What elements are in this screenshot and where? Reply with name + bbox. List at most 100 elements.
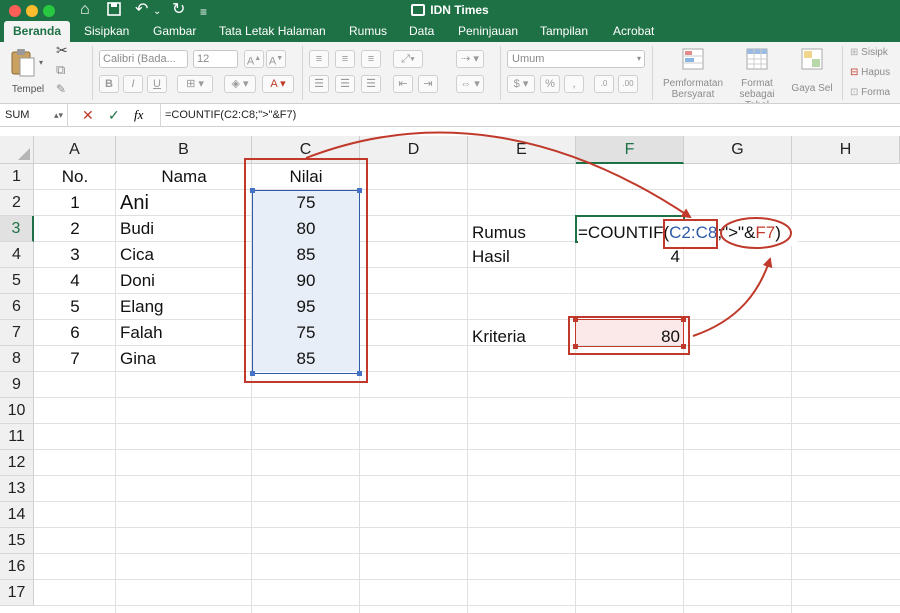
percent-icon[interactable]: % [540,75,560,93]
row-header-9[interactable]: 9 [0,372,34,398]
wrap-text-icon[interactable]: ⇢ ▾ [456,50,484,68]
currency-icon[interactable]: $ ▾ [507,75,535,93]
cell-a5[interactable]: 4 [34,268,116,294]
column-header-a[interactable]: A [34,136,116,164]
align-middle-icon[interactable]: ≡ [335,50,355,68]
cell-b7[interactable]: Falah [116,320,252,346]
delete-cells-button[interactable]: ⊟ Hapus [850,67,890,78]
orientation-icon[interactable]: ⤢▾ [393,50,423,68]
row-header-15[interactable]: 15 [0,528,34,554]
decrease-font-icon[interactable]: A▼ [266,50,286,68]
font-name-select[interactable]: Calibri (Bada... [99,50,188,68]
cell-b4[interactable]: Cica [116,242,252,268]
tab-data[interactable]: Data [400,21,443,42]
decrease-indent-icon[interactable]: ⇤ [393,75,413,93]
enter-icon[interactable]: ✓ [108,106,120,124]
tab-peninjauan[interactable]: Peninjauan [449,21,527,42]
cell-b6[interactable]: Elang [116,294,252,320]
cell-styles-button[interactable]: Gaya Sel [788,46,836,102]
row-header-1[interactable]: 1 [0,164,34,190]
name-box-dropdown-icon[interactable]: ▴▾ [54,104,63,127]
format-as-table-button[interactable]: Format sebagai Tabel [727,46,787,103]
column-header-d[interactable]: D [360,136,468,164]
underline-button[interactable]: U [147,75,167,93]
paste-button[interactable]: ▾ Tempel [6,46,46,96]
copy-icon[interactable]: ⧉ [56,62,65,78]
align-top-icon[interactable]: ≡ [309,50,329,68]
format-painter-icon[interactable]: ✎ [56,82,66,96]
tab-rumus[interactable]: Rumus [340,21,396,42]
cancel-icon[interactable]: ✕ [82,106,94,124]
cell-a8[interactable]: 7 [34,346,116,372]
cell-a3[interactable]: 2 [34,216,116,242]
column-header-b[interactable]: B [116,136,252,164]
row-header-5[interactable]: 5 [0,268,34,294]
cell-a1[interactable]: No. [34,164,116,190]
font-size-select[interactable]: 12 [193,50,238,68]
row-header-10[interactable]: 10 [0,398,34,424]
cell-b5[interactable]: Doni [116,268,252,294]
row-header-12[interactable]: 12 [0,450,34,476]
align-bottom-icon[interactable]: ≡ [361,50,381,68]
format-cells-button[interactable]: ⊡ Forma [850,87,890,98]
bold-button[interactable]: B [99,75,119,93]
tab-beranda[interactable]: Beranda [4,21,71,42]
merge-center-icon[interactable]: ⇔ ▾ [456,75,484,93]
tab-tata-letak-halaman[interactable]: Tata Letak Halaman [210,21,335,42]
column-header-e[interactable]: E [468,136,576,164]
delete-label: Hapus [861,67,891,78]
font-color-icon[interactable]: A ▾ [262,75,294,93]
name-box[interactable]: SUM ▴▾ [0,104,68,127]
cell-e3[interactable]: Rumus [468,220,576,246]
tab-sisipkan[interactable]: Sisipkan [75,21,138,42]
name-box-value: SUM [5,109,30,121]
cell-a4[interactable]: 3 [34,242,116,268]
cell-b3[interactable]: Budi [116,216,252,242]
column-header-h[interactable]: H [792,136,900,164]
tab-gambar[interactable]: Gambar [144,21,205,42]
cell-b1[interactable]: Nama [116,164,252,190]
conditional-formatting-button[interactable]: Pemformatan Bersyarat [660,46,726,102]
row-header-17[interactable]: 17 [0,580,34,606]
cell-e4[interactable]: Hasil [468,244,576,270]
increase-indent-icon[interactable]: ⇥ [418,75,438,93]
align-left-icon[interactable]: ☰ [309,75,329,93]
cell-e7[interactable]: Kriteria [468,324,576,350]
increase-font-icon[interactable]: A▲ [244,50,264,68]
row-header-14[interactable]: 14 [0,502,34,528]
column-header-f[interactable]: F [576,136,684,164]
row-header-6[interactable]: 6 [0,294,34,320]
cell-a7[interactable]: 6 [34,320,116,346]
decrease-decimal-icon[interactable]: .00 [618,75,638,93]
italic-button[interactable]: I [123,75,143,93]
comma-icon[interactable]: , [564,75,584,93]
cell-a6[interactable]: 5 [34,294,116,320]
row-header-2[interactable]: 2 [0,190,34,216]
row-header-7[interactable]: 7 [0,320,34,346]
cell-b2[interactable]: Ani [116,190,252,216]
column-header-g[interactable]: G [684,136,792,164]
number-format-dropdown-icon: ▾ [636,54,641,63]
insert-cells-button[interactable]: ⊞ Sisipk [850,47,888,58]
fill-color-icon[interactable]: ◈ ▾ [224,75,256,93]
function-icon[interactable]: fx [134,106,143,124]
number-format-select[interactable]: Umum ▾ [507,50,645,68]
align-center-icon[interactable]: ☰ [335,75,355,93]
select-all-button[interactable] [0,136,34,164]
cell-b8[interactable]: Gina [116,346,252,372]
row-header-11[interactable]: 11 [0,424,34,450]
align-right-icon[interactable]: ☰ [361,75,381,93]
row-header-16[interactable]: 16 [0,554,34,580]
row-header-8[interactable]: 8 [0,346,34,372]
cell-a2[interactable]: 1 [34,190,116,216]
formula-input[interactable]: =COUNTIF(C2:C8;">"&F7) [160,104,900,127]
tab-acrobat[interactable]: Acrobat [604,21,663,42]
paste-dropdown-icon[interactable]: ▾ [39,58,43,67]
row-header-13[interactable]: 13 [0,476,34,502]
row-header-4[interactable]: 4 [0,242,34,268]
borders-icon[interactable]: ⊞ ▾ [177,75,213,93]
row-header-3[interactable]: 3 [0,216,34,242]
tab-tampilan[interactable]: Tampilan [531,21,597,42]
increase-decimal-icon[interactable]: .0 [594,75,614,93]
cut-icon[interactable]: ✂ [56,42,68,59]
